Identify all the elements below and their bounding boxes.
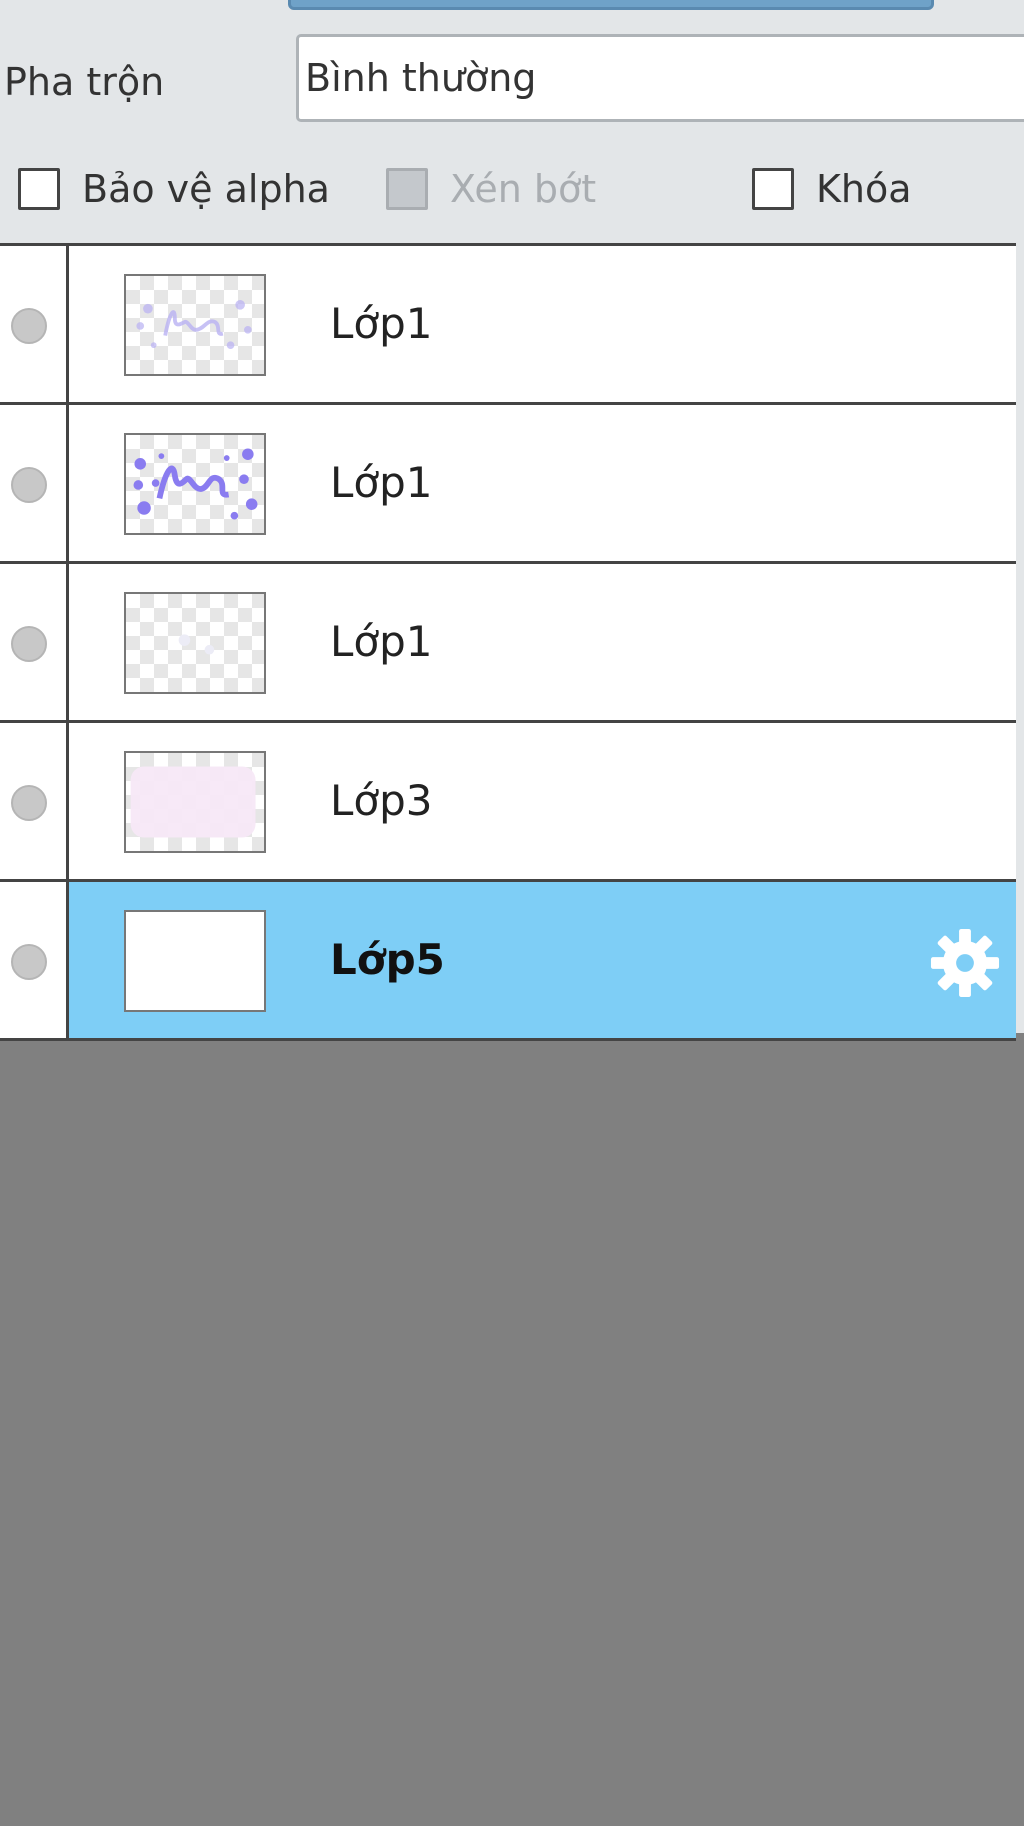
lock-checkbox[interactable]: Khóa — [752, 162, 912, 216]
visibility-toggle-icon[interactable] — [11, 467, 47, 503]
empty-thumbnail-art — [178, 634, 215, 655]
layer-thumbnail — [124, 910, 266, 1012]
visibility-column — [0, 723, 69, 879]
layer-name: Lớp3 — [330, 776, 433, 825]
blend-mode-value: Bình thường — [305, 56, 537, 100]
visibility-column — [0, 564, 69, 720]
layer-row[interactable]: Lớp1 — [0, 564, 1016, 723]
clipping-box — [386, 168, 428, 210]
layer-name: Lớp5 — [330, 935, 445, 984]
layer-name: Lớp1 — [330, 299, 433, 348]
protect-alpha-checkbox[interactable]: Bảo vệ alpha — [18, 162, 330, 216]
visibility-toggle-icon[interactable] — [11, 626, 47, 662]
protect-alpha-box[interactable] — [18, 168, 60, 210]
layer-options-bar: Pha trộn Bình thường Bảo vệ alpha Xén bớ… — [0, 0, 1024, 243]
opacity-slider[interactable] — [288, 0, 934, 10]
clipping-checkbox: Xén bớt — [386, 162, 596, 216]
lock-label: Khóa — [816, 167, 912, 211]
scrollbar-track[interactable] — [1016, 243, 1024, 1033]
blend-mode-label: Pha trộn — [4, 60, 165, 104]
layer-row[interactable]: Lớp1 — [0, 246, 1016, 405]
layer-thumbnail — [124, 751, 266, 853]
visibility-column — [0, 882, 69, 1038]
layer-row[interactable]: Lớp3 — [0, 723, 1016, 882]
pink-fill-thumbnail-art — [130, 766, 256, 838]
layer-name: Lớp1 — [330, 617, 433, 666]
layer-thumbnail — [124, 592, 266, 694]
clipping-label: Xén bớt — [450, 167, 597, 211]
gear-icon[interactable] — [928, 926, 1002, 1000]
layer-list: Lớp1 Lớp1 Lớp1 Lớp3 Lớp5 — [0, 243, 1016, 1041]
lock-box[interactable] — [752, 168, 794, 210]
layer-row[interactable]: Lớp1 — [0, 405, 1016, 564]
visibility-toggle-icon[interactable] — [11, 308, 47, 344]
layer-thumbnail — [124, 433, 266, 535]
layer-name: Lớp1 — [330, 458, 433, 507]
bold-lettering-thumbnail-art — [133, 448, 258, 520]
layer-row-selected[interactable]: Lớp5 — [0, 882, 1016, 1041]
blend-mode-select[interactable]: Bình thường — [296, 34, 1024, 122]
visibility-toggle-icon[interactable] — [11, 944, 47, 980]
visibility-column — [0, 246, 69, 402]
visibility-toggle-icon[interactable] — [11, 785, 47, 821]
light-lettering-thumbnail-art — [136, 300, 252, 350]
visibility-column — [0, 405, 69, 561]
layer-thumbnail — [124, 274, 266, 376]
protect-alpha-label: Bảo vệ alpha — [82, 167, 330, 211]
